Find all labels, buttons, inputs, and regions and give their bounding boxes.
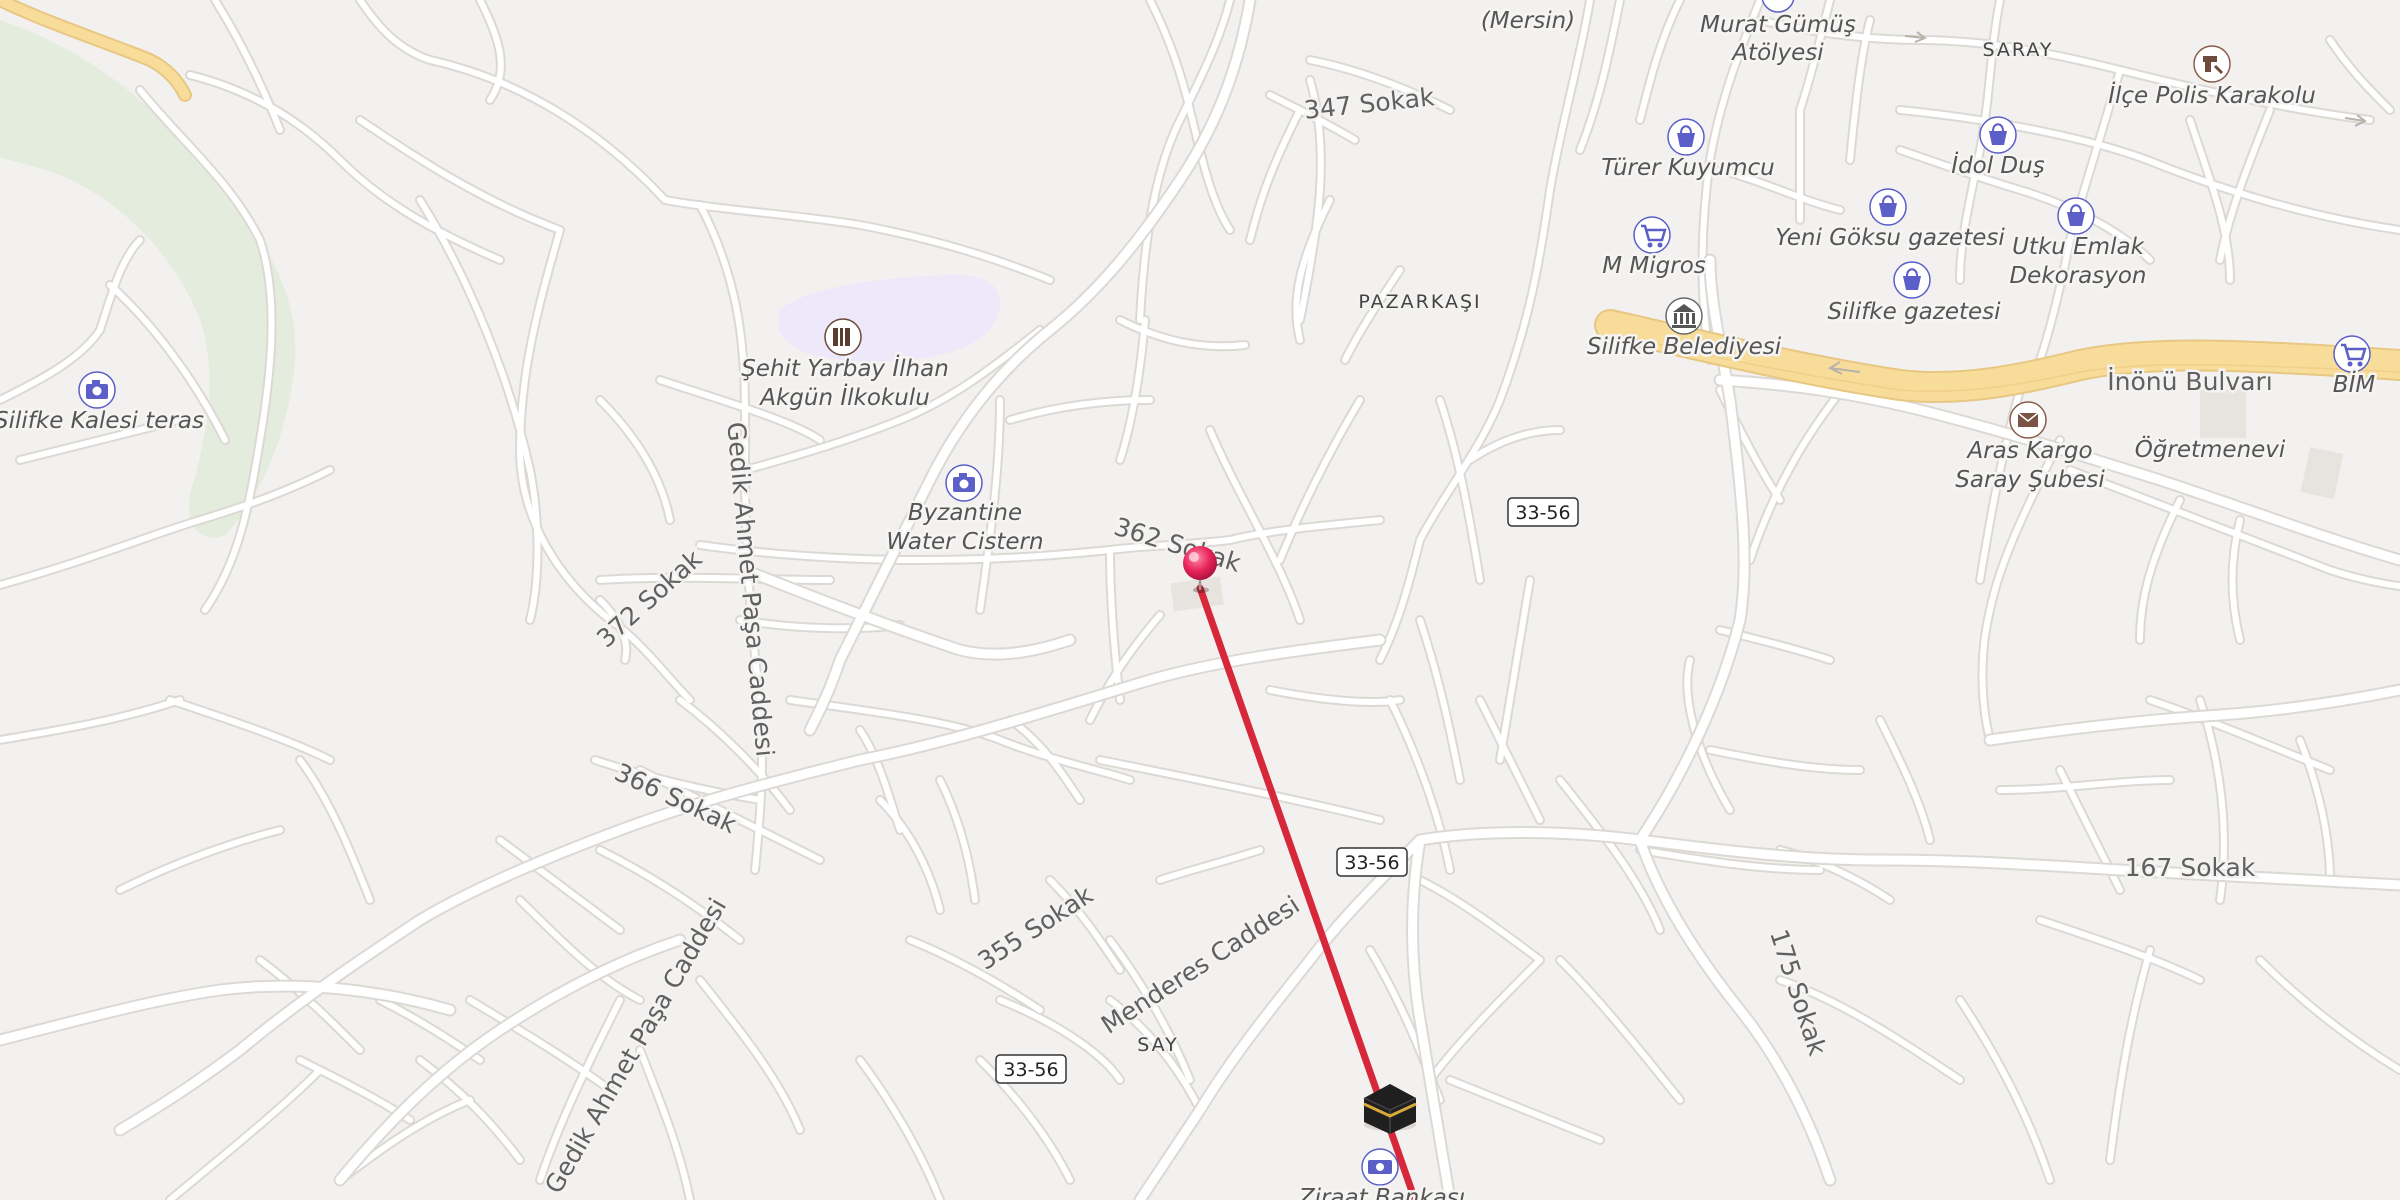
poi-label: Aras Kargo bbox=[1965, 438, 2092, 464]
road-shield: 33-56 bbox=[1336, 847, 1408, 877]
poi-label: Şehit Yarbay İlhan bbox=[741, 354, 949, 382]
poi-label: Saray Şubesi bbox=[1955, 467, 2105, 493]
shopping-bag-icon bbox=[2057, 197, 2095, 235]
poi-label: Murat Gümüş bbox=[1700, 12, 1856, 38]
shopping-bag-icon bbox=[1979, 116, 2017, 154]
poi-label: Ziraat Bankası bbox=[1298, 1185, 1465, 1200]
svg-text:33-56: 33-56 bbox=[1515, 502, 1570, 524]
svg-text:33-56: 33-56 bbox=[1344, 852, 1399, 874]
mail-icon bbox=[2009, 401, 2047, 439]
shopping-bag-icon bbox=[1893, 261, 1931, 299]
poi-label: Atölyesi bbox=[1730, 40, 1824, 66]
poi-label: Silifke gazetesi bbox=[1827, 299, 2001, 325]
poi-label: (Mersin) bbox=[1481, 8, 1575, 34]
area-label-say: SAY bbox=[1137, 1034, 1179, 1056]
pin-head-icon bbox=[1183, 546, 1217, 580]
street-label-167-sokak: 167 Sokak bbox=[2125, 853, 2256, 882]
svg-text:33-56: 33-56 bbox=[1003, 1059, 1058, 1081]
poi-label: Silifke Kalesi teras bbox=[0, 408, 204, 434]
poi-label: BİM bbox=[2333, 370, 2376, 398]
cart-icon bbox=[1633, 216, 1671, 254]
road-shield: 33-56 bbox=[995, 1054, 1067, 1084]
street-label-inonu-bulvari: İnönü Bulvarı bbox=[2107, 367, 2272, 396]
poi-ogretmenevi[interactable]: Öğretmenevi bbox=[2132, 433, 2288, 466]
area-label-pazarkasi: PAZARKAŞI bbox=[1358, 291, 1481, 313]
poi-label: Yeni Göksu gazetesi bbox=[1775, 225, 2005, 251]
road-shield: 33-56 bbox=[1507, 497, 1579, 527]
poi-label: Dekorasyon bbox=[2009, 263, 2146, 289]
poi-label: M Migros bbox=[1602, 253, 1706, 279]
poi-label: Öğretmenevi bbox=[2135, 435, 2286, 463]
poi-label: Utku Emlak bbox=[2012, 234, 2145, 260]
area-label-saray: SARAY bbox=[1983, 39, 2054, 61]
poi-label: İlçe Polis Karakolu bbox=[2108, 81, 2316, 109]
school-icon bbox=[824, 318, 862, 356]
banknote-icon bbox=[1361, 1148, 1399, 1186]
poi-label: İdol Duş bbox=[1951, 151, 2044, 179]
camera-icon bbox=[78, 371, 116, 409]
map-canvas[interactable]: SARAY PAZARKAŞI SAY 347 Sokak 362 Sokak … bbox=[0, 0, 2400, 1200]
poi-label: Silifke Belediyesi bbox=[1587, 334, 1782, 360]
poi-mersin[interactable]: (Mersin) bbox=[1478, 6, 1577, 37]
poi-label: Akgün İlkokulu bbox=[758, 383, 930, 411]
cart-icon bbox=[2333, 335, 2371, 373]
camera-icon bbox=[945, 464, 983, 502]
shopping-bag-icon bbox=[1667, 118, 1705, 156]
police-icon bbox=[2193, 45, 2231, 83]
poi-label: Türer Kuyumcu bbox=[1601, 155, 1775, 181]
poi-label: Byzantine bbox=[908, 500, 1022, 526]
poi-label: Water Cistern bbox=[886, 529, 1043, 555]
town-hall-icon bbox=[1665, 297, 1703, 335]
shopping-bag-icon bbox=[1869, 188, 1907, 226]
